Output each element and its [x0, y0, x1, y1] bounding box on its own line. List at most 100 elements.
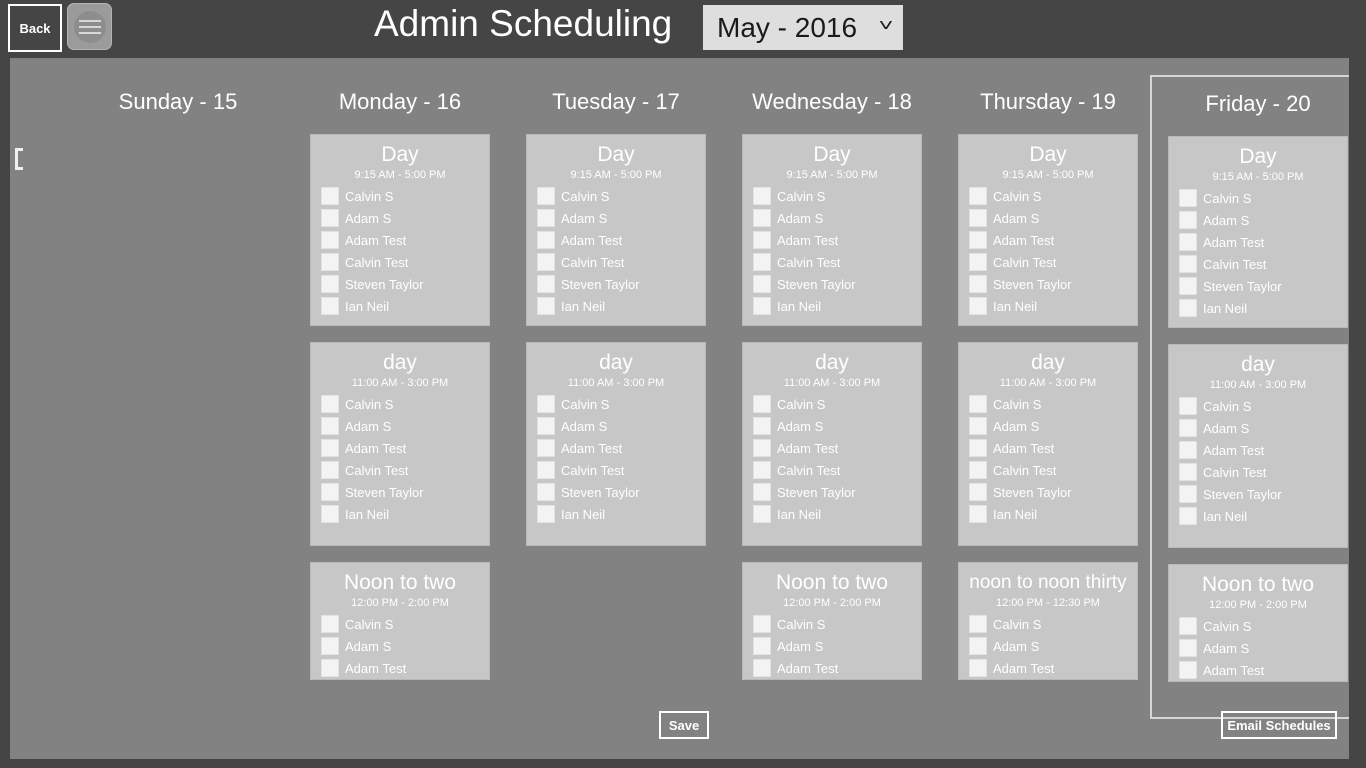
- assignee-checkbox[interactable]: [753, 253, 771, 271]
- assignee-row[interactable]: Adam S: [527, 207, 705, 229]
- assignee-row[interactable]: Adam Test: [1169, 231, 1347, 253]
- assignee-checkbox[interactable]: [753, 483, 771, 501]
- assignee-row[interactable]: Calvin S: [959, 613, 1137, 635]
- assignee-checkbox[interactable]: [537, 187, 555, 205]
- assignee-checkbox[interactable]: [753, 187, 771, 205]
- assignee-row[interactable]: Calvin Test: [527, 459, 705, 481]
- assignee-row[interactable]: Adam S: [743, 415, 921, 437]
- assignee-row[interactable]: Steven Taylor: [959, 481, 1137, 503]
- assignee-checkbox[interactable]: [1179, 299, 1197, 317]
- assignee-row[interactable]: Adam Test: [527, 229, 705, 251]
- assignee-row[interactable]: Calvin S: [959, 393, 1137, 415]
- assignee-row[interactable]: Adam S: [959, 635, 1137, 657]
- assignee-checkbox[interactable]: [321, 505, 339, 523]
- assignee-row[interactable]: Steven Taylor: [527, 273, 705, 295]
- save-button[interactable]: Save: [659, 711, 709, 739]
- shift-card[interactable]: Noon to two 12:00 PM - 2:00 PM Calvin S Ada…: [1168, 564, 1348, 682]
- assignee-row[interactable]: Ian Neil: [527, 295, 705, 317]
- assignee-row[interactable]: Adam S: [1169, 417, 1347, 439]
- shift-card[interactable]: Noon to two 12:00 PM - 2:00 PM Calvin S Ada…: [742, 562, 922, 680]
- assignee-row[interactable]: Steven Taylor: [1169, 275, 1347, 297]
- assignee-row[interactable]: Steven Taylor: [527, 481, 705, 503]
- assignee-row[interactable]: Adam S: [1169, 637, 1347, 659]
- assignee-checkbox[interactable]: [537, 231, 555, 249]
- assignee-row[interactable]: Adam S: [1169, 209, 1347, 231]
- assignee-checkbox[interactable]: [1179, 419, 1197, 437]
- assignee-checkbox[interactable]: [969, 505, 987, 523]
- assignee-checkbox[interactable]: [969, 461, 987, 479]
- assignee-row[interactable]: Ian Neil: [743, 503, 921, 525]
- assignee-checkbox[interactable]: [537, 297, 555, 315]
- assignee-checkbox[interactable]: [537, 417, 555, 435]
- assignee-checkbox[interactable]: [321, 275, 339, 293]
- assignee-checkbox[interactable]: [321, 439, 339, 457]
- assignee-row[interactable]: Calvin S: [959, 185, 1137, 207]
- assignee-checkbox[interactable]: [321, 483, 339, 501]
- back-button[interactable]: Back: [8, 4, 62, 52]
- assignee-row[interactable]: Calvin Test: [311, 459, 489, 481]
- assignee-checkbox[interactable]: [753, 395, 771, 413]
- assignee-checkbox[interactable]: [1179, 233, 1197, 251]
- assignee-checkbox[interactable]: [537, 209, 555, 227]
- assignee-checkbox[interactable]: [753, 505, 771, 523]
- assignee-row[interactable]: Adam Test: [1169, 439, 1347, 461]
- assignee-checkbox[interactable]: [321, 417, 339, 435]
- assignee-checkbox[interactable]: [321, 297, 339, 315]
- assignee-row[interactable]: Adam Test: [743, 229, 921, 251]
- assignee-checkbox[interactable]: [969, 417, 987, 435]
- assignee-row[interactable]: Steven Taylor: [743, 273, 921, 295]
- assignee-row[interactable]: Adam Test: [959, 229, 1137, 251]
- assignee-checkbox[interactable]: [753, 637, 771, 655]
- assignee-checkbox[interactable]: [969, 659, 987, 677]
- assignee-checkbox[interactable]: [1179, 211, 1197, 229]
- assignee-checkbox[interactable]: [969, 615, 987, 633]
- assignee-row[interactable]: Ian Neil: [1169, 297, 1347, 319]
- assignee-checkbox[interactable]: [753, 461, 771, 479]
- assignee-row[interactable]: Ian Neil: [959, 295, 1137, 317]
- assignee-row[interactable]: Calvin S: [743, 185, 921, 207]
- assignee-checkbox[interactable]: [1179, 441, 1197, 459]
- assignee-checkbox[interactable]: [1179, 255, 1197, 273]
- assignee-checkbox[interactable]: [1179, 397, 1197, 415]
- assignee-checkbox[interactable]: [969, 187, 987, 205]
- assignee-row[interactable]: Ian Neil: [1169, 505, 1347, 527]
- shift-card[interactable]: Day 9:15 AM - 5:00 PM Calvin S Adam S Adam T…: [1168, 136, 1348, 328]
- assignee-checkbox[interactable]: [537, 439, 555, 457]
- shift-card[interactable]: Day 9:15 AM - 5:00 PM Calvin S Adam S Adam T…: [310, 134, 490, 326]
- day-column[interactable]: Sunday - 15: [70, 75, 286, 719]
- shift-card[interactable]: Day 9:15 AM - 5:00 PM Calvin S Adam S Adam T…: [958, 134, 1138, 326]
- shift-card[interactable]: day 11:00 AM - 3:00 PM Calvin S Adam S Adam …: [742, 342, 922, 546]
- shift-card[interactable]: noon to noon thirty 12:00 PM - 12:30 PM Ca…: [958, 562, 1138, 680]
- assignee-row[interactable]: Calvin S: [743, 613, 921, 635]
- assignee-checkbox[interactable]: [321, 187, 339, 205]
- assignee-checkbox[interactable]: [537, 395, 555, 413]
- assignee-row[interactable]: Adam S: [311, 635, 489, 657]
- assignee-row[interactable]: Calvin Test: [959, 459, 1137, 481]
- assignee-checkbox[interactable]: [753, 209, 771, 227]
- assignee-checkbox[interactable]: [969, 253, 987, 271]
- assignee-checkbox[interactable]: [969, 439, 987, 457]
- assignee-row[interactable]: Steven Taylor: [959, 273, 1137, 295]
- assignee-checkbox[interactable]: [969, 209, 987, 227]
- assignee-row[interactable]: Adam Test: [743, 657, 921, 679]
- shift-card[interactable]: Day 9:15 AM - 5:00 PM Calvin S Adam S Adam T…: [526, 134, 706, 326]
- shift-card[interactable]: day 11:00 AM - 3:00 PM Calvin S Adam S Adam …: [958, 342, 1138, 546]
- assignee-checkbox[interactable]: [753, 659, 771, 677]
- assignee-checkbox[interactable]: [321, 395, 339, 413]
- assignee-row[interactable]: Adam S: [311, 207, 489, 229]
- assignee-checkbox[interactable]: [1179, 617, 1197, 635]
- assignee-checkbox[interactable]: [1179, 661, 1197, 679]
- day-column[interactable]: Friday - 20 Day 9:15 AM - 5:00 PM Calvin S A…: [1150, 75, 1349, 719]
- shift-card[interactable]: Day 9:15 AM - 5:00 PM Calvin S Adam S Adam T…: [742, 134, 922, 326]
- assignee-checkbox[interactable]: [1179, 485, 1197, 503]
- assignee-checkbox[interactable]: [321, 637, 339, 655]
- assignee-checkbox[interactable]: [969, 637, 987, 655]
- assignee-checkbox[interactable]: [321, 253, 339, 271]
- assignee-checkbox[interactable]: [1179, 639, 1197, 657]
- assignee-row[interactable]: Calvin S: [743, 393, 921, 415]
- assignee-checkbox[interactable]: [753, 615, 771, 633]
- assignee-row[interactable]: Adam Test: [311, 229, 489, 251]
- assignee-row[interactable]: Calvin S: [311, 613, 489, 635]
- assignee-row[interactable]: Calvin S: [1169, 187, 1347, 209]
- assignee-row[interactable]: Calvin Test: [959, 251, 1137, 273]
